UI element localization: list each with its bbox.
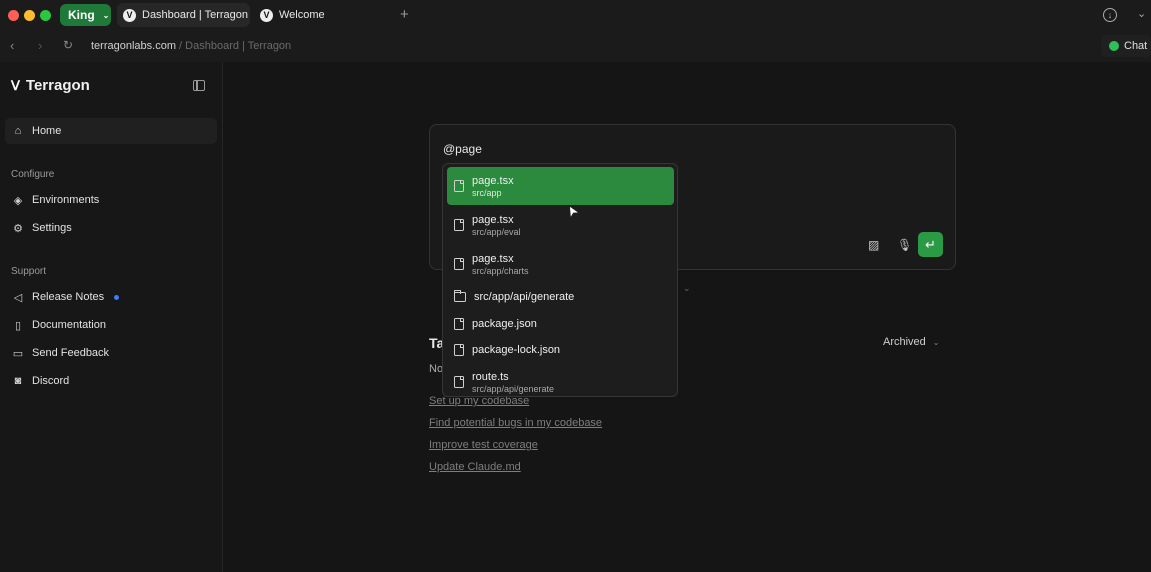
sidebar-item-label: Settings xyxy=(32,222,72,234)
mention-item[interactable]: route.ts src/app/api/generate xyxy=(447,365,674,396)
mention-item-name: route.ts xyxy=(472,370,509,383)
mention-item-path: src/app/api/generate xyxy=(472,383,555,394)
sidebar-item-release-notes[interactable]: ◁ Release Notes xyxy=(5,284,217,310)
book-icon: ▯ xyxy=(14,319,22,332)
file-icon xyxy=(454,376,464,388)
new-tab-icon[interactable]: + xyxy=(400,6,409,23)
mention-item[interactable]: package.json xyxy=(447,312,674,336)
terragon-logo-icon: V xyxy=(260,8,273,22)
sidebar-item-label: Environments xyxy=(32,194,100,206)
archived-filter[interactable]: Archived ⌄ xyxy=(883,336,940,348)
microphone-icon[interactable]: 🎙︎ xyxy=(897,238,912,252)
file-icon xyxy=(454,318,464,330)
mention-item-name: page.tsx xyxy=(472,174,514,187)
mention-item-name: src/app/api/generate xyxy=(474,291,575,303)
brand[interactable]: ᐯ Terragon xyxy=(11,77,90,94)
file-icon xyxy=(454,258,464,270)
download-icon[interactable]: ↓ xyxy=(1103,8,1117,22)
chat-label: Chat xyxy=(1124,40,1148,52)
mention-item[interactable]: page.tsx src/app xyxy=(447,167,674,205)
forward-icon[interactable]: › xyxy=(38,38,42,53)
chevron-down-icon[interactable]: ⌄ xyxy=(1137,7,1146,20)
profile-name: King xyxy=(68,8,95,22)
sidebar-item-settings[interactable]: ⚙ Settings xyxy=(5,215,217,241)
discord-icon: ◙ xyxy=(14,375,22,387)
chevron-down-icon: ⌄ xyxy=(932,337,940,347)
sidebar-item-environments[interactable]: ◈ Environments xyxy=(5,187,217,213)
sidebar-item-label: Home xyxy=(32,125,62,137)
unread-dot xyxy=(114,294,120,300)
suggestion-link[interactable]: Improve test coverage xyxy=(429,439,538,451)
mention-item-name: package-lock.json xyxy=(472,344,561,356)
sidebar-item-label: Release Notes xyxy=(32,291,105,303)
sidebar-item-discord[interactable]: ◙ Discord xyxy=(5,368,217,394)
chevron-down-icon: ⌄ xyxy=(102,10,110,20)
sidebar: ᐯ Terragon ⌂ Home Configure ◈ Environmen… xyxy=(0,62,223,572)
minimize-window-button[interactable] xyxy=(24,10,35,21)
gear-icon: ⚙ xyxy=(13,222,23,235)
terragon-logo-icon: ᐯ xyxy=(11,77,20,93)
message-icon: ▭ xyxy=(12,347,24,360)
file-icon xyxy=(454,344,464,356)
home-icon: ⌂ xyxy=(14,125,22,137)
chevron-down-icon[interactable]: ⌄ xyxy=(683,283,691,294)
mention-item-name: package.json xyxy=(472,318,537,330)
sidebar-item-send-feedback[interactable]: ▭ Send Feedback xyxy=(5,340,217,366)
terragon-logo-icon: V xyxy=(123,8,136,22)
maximize-window-button[interactable] xyxy=(40,10,51,21)
file-icon xyxy=(454,180,464,192)
tab-title: Dashboard | Terragon xyxy=(142,9,248,21)
environments-icon: ◈ xyxy=(13,194,23,207)
suggestion-link[interactable]: Find potential bugs in my codebase xyxy=(429,417,602,429)
archived-label: Archived xyxy=(883,336,926,348)
file-mention-dropdown: page.tsx src/app page.tsx src/app/eval p… xyxy=(442,163,678,397)
reload-icon[interactable]: ↻ xyxy=(63,38,73,52)
brand-name: Terragon xyxy=(25,77,90,94)
sidebar-item-label: Documentation xyxy=(32,319,106,331)
address-bar: ‹ › ↻ terragonlabs.com / Dashboard | Ter… xyxy=(0,30,1151,62)
sidebar-item-home[interactable]: ⌂ Home xyxy=(5,118,217,144)
mention-item[interactable]: src/app/api/generate xyxy=(447,285,674,309)
tasks-empty-text: No xyxy=(429,363,444,375)
section-configure: Configure xyxy=(11,169,55,180)
mention-item[interactable]: page.tsx src/app/eval xyxy=(447,206,674,244)
sidebar-item-label: Send Feedback xyxy=(32,347,110,359)
image-upload-icon[interactable]: ▨ xyxy=(868,238,879,252)
suggestion-link[interactable]: Update Claude.md xyxy=(429,461,521,473)
mention-item[interactable]: page.tsx src/app/charts xyxy=(447,245,674,283)
tab-title: Welcome xyxy=(279,9,325,21)
chat-button[interactable]: Chat xyxy=(1101,35,1151,57)
sidebar-item-documentation[interactable]: ▯ Documentation xyxy=(5,312,217,338)
mention-item-name: page.tsx xyxy=(472,252,514,265)
sidebar-toggle-icon[interactable] xyxy=(193,80,205,91)
close-window-button[interactable] xyxy=(8,10,19,21)
url-host: terragonlabs.com xyxy=(91,40,176,52)
browser-tab-bar: King ⌄ V Dashboard | Terragon V Welcome … xyxy=(0,0,1151,30)
chat-icon xyxy=(1109,41,1119,51)
mention-item-path: src/app xyxy=(472,187,502,198)
submit-button[interactable]: ↵ xyxy=(918,232,943,257)
mention-item-name: page.tsx xyxy=(472,213,514,226)
url-field[interactable]: terragonlabs.com / Dashboard | Terragon xyxy=(91,40,291,52)
megaphone-icon: ◁ xyxy=(13,291,23,304)
mention-item-path: src/app/charts xyxy=(472,265,529,276)
mention-item-path: src/app/eval xyxy=(472,226,521,237)
composer-input[interactable]: @page xyxy=(443,142,482,156)
tab-welcome[interactable]: V Welcome xyxy=(254,3,374,27)
file-icon xyxy=(454,219,464,231)
back-icon[interactable]: ‹ xyxy=(10,38,14,53)
section-support: Support xyxy=(11,266,47,277)
sidebar-item-label: Discord xyxy=(32,375,70,387)
profile-switcher[interactable]: King ⌄ xyxy=(60,4,111,26)
folder-icon xyxy=(454,290,466,302)
tab-dashboard[interactable]: V Dashboard | Terragon xyxy=(117,3,250,27)
url-rest: / Dashboard | Terragon xyxy=(176,40,292,52)
mention-item[interactable]: package-lock.json xyxy=(447,338,674,362)
